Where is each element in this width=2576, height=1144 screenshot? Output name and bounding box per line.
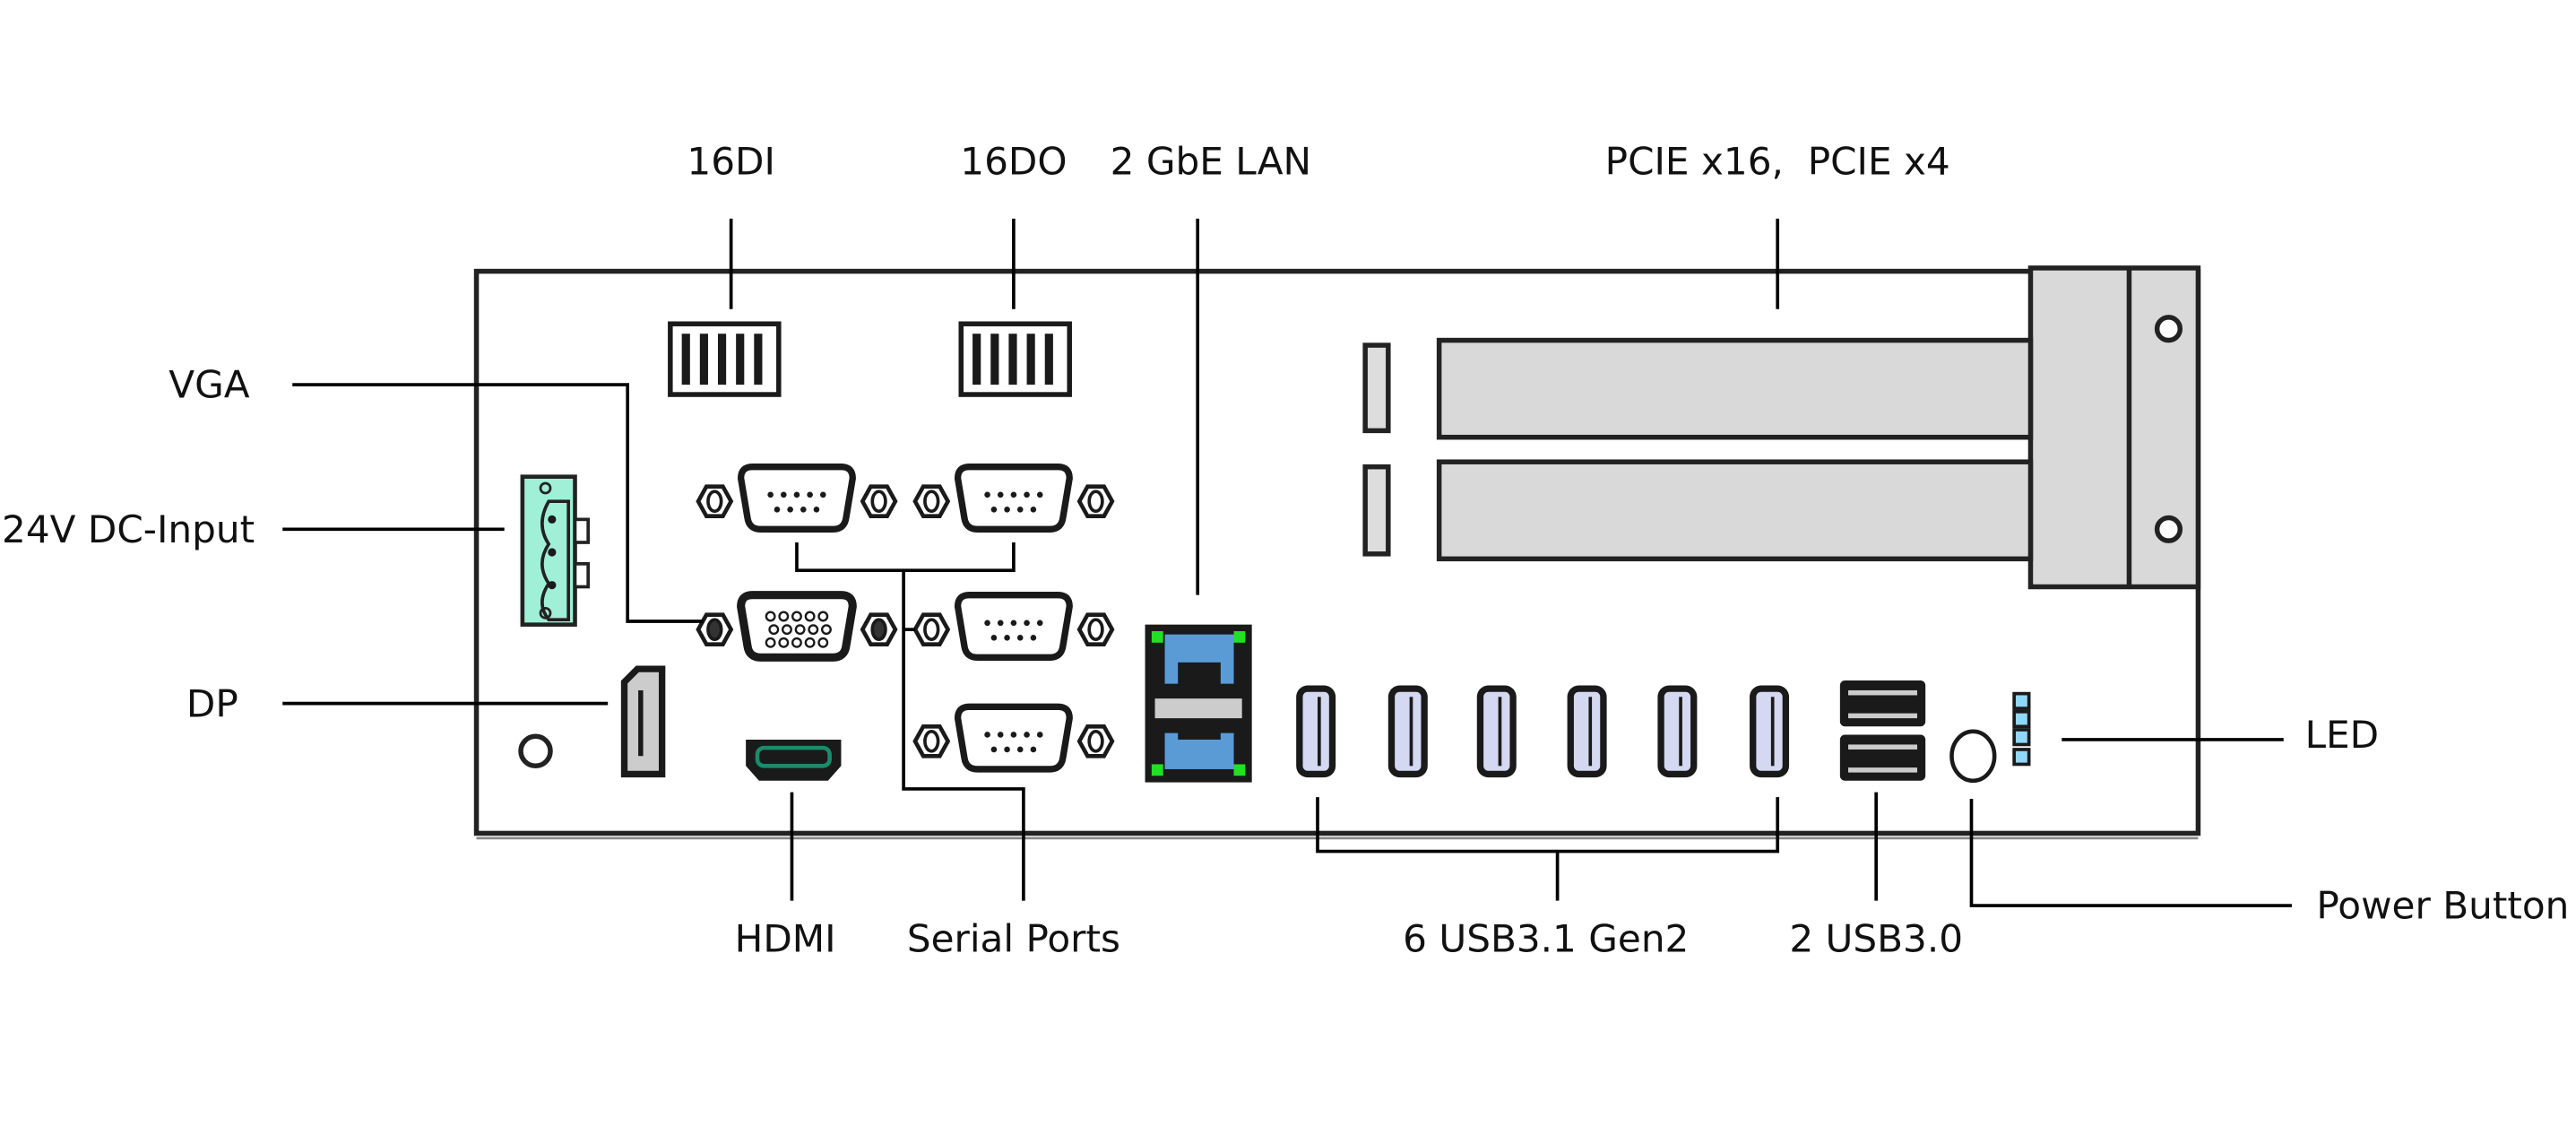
label-hdmi: HDMI xyxy=(735,916,836,960)
label-usb31: 6 USB3.1 Gen2 xyxy=(1403,916,1689,960)
label-vga: VGA xyxy=(169,363,249,407)
label-16do: 16DO xyxy=(960,139,1067,183)
label-dc-input: 24V DC-Input xyxy=(2,507,255,551)
led-indicators xyxy=(2012,691,2031,767)
lan-led xyxy=(1233,764,1246,776)
pcie-x4-slot xyxy=(1436,459,2034,562)
lan-led xyxy=(1151,764,1163,776)
usb31-port xyxy=(1750,685,1790,778)
led-icon xyxy=(2012,709,2031,729)
label-led: LED xyxy=(2305,713,2380,757)
16do-connector xyxy=(958,321,1072,397)
label-serial: Serial Ports xyxy=(907,916,1120,960)
label-usb30: 2 USB3.0 xyxy=(1789,916,1963,960)
rear-panel-diagram: 16DI 16DO 2 GbE LAN PCIE x16, PCIE x4 VG… xyxy=(2,139,2569,960)
label-power-button: Power Button xyxy=(2316,884,2569,928)
usb31-port xyxy=(1296,685,1336,778)
usb31-port xyxy=(1476,685,1517,778)
led-icon xyxy=(2012,728,2031,747)
screw-icon xyxy=(2154,315,2183,343)
16di-connector xyxy=(668,321,782,397)
usb31-port xyxy=(1657,685,1698,778)
displayport xyxy=(620,665,666,778)
screw-icon xyxy=(2154,515,2183,543)
pcie-bracket xyxy=(2027,265,2201,590)
label-lan: 2 GbE LAN xyxy=(1111,139,1311,183)
hdmi-port xyxy=(746,739,842,781)
label-16di: 16DI xyxy=(687,139,775,183)
usb31-port xyxy=(1567,685,1607,778)
label-dp: DP xyxy=(186,681,238,725)
led-icon xyxy=(2012,748,2031,767)
pcie-x16-slot xyxy=(1436,337,2034,440)
label-pcie: PCIE x16, PCIE x4 xyxy=(1605,139,1950,183)
audio-jack xyxy=(518,733,553,769)
led-icon xyxy=(2012,691,2031,710)
power-button[interactable] xyxy=(1949,729,1997,784)
usb31-port xyxy=(1387,685,1428,778)
lan-led xyxy=(1233,630,1246,643)
lan-ports xyxy=(1145,624,1252,783)
lan-led xyxy=(1151,630,1163,643)
